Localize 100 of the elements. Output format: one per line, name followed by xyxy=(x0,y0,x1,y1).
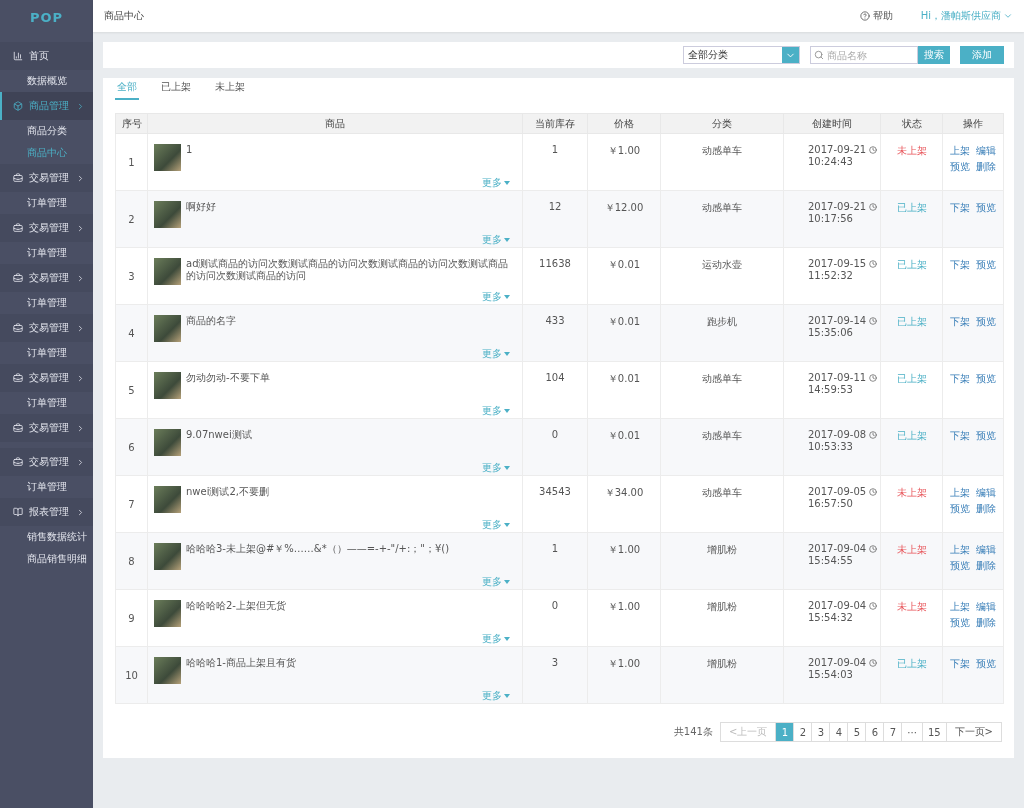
action-link[interactable]: 预览 xyxy=(950,616,970,630)
price-cell: ￥0.01 xyxy=(607,316,641,327)
action-link[interactable]: 编辑 xyxy=(976,144,996,158)
date-text: 2017-09-04 xyxy=(808,600,867,611)
menu-item[interactable]: 交易管理 xyxy=(0,414,93,442)
status-text: 未上架 xyxy=(896,487,927,498)
action-link[interactable]: 下架 xyxy=(950,657,970,671)
briefcase-icon xyxy=(13,373,23,383)
stock-cell: 1 xyxy=(551,144,559,155)
page-title: 商品中心 xyxy=(104,9,145,23)
more-link[interactable]: 更多 xyxy=(482,632,510,646)
action-link[interactable]: 预览 xyxy=(976,315,996,329)
action-link[interactable]: 上架 xyxy=(950,600,970,614)
action-link[interactable]: 预览 xyxy=(976,258,996,272)
action-link[interactable]: 编辑 xyxy=(976,600,996,614)
menu-item[interactable]: 交易管理 xyxy=(0,364,93,392)
tab[interactable]: 已上架 xyxy=(159,80,193,100)
caret-icon xyxy=(504,294,510,300)
next-page-button[interactable]: 下一页> xyxy=(945,722,1002,742)
action-link[interactable]: 删除 xyxy=(976,559,996,573)
product-name: nwei测试2,不要删 xyxy=(186,486,270,498)
status-text: 已上架 xyxy=(896,316,927,327)
date-text: 2017-09-21 xyxy=(808,201,867,212)
row-number: 5 xyxy=(128,384,135,396)
more-link[interactable]: 更多 xyxy=(482,290,510,304)
menu-item[interactable]: 交易管理 xyxy=(0,448,93,476)
action-link[interactable]: 预览 xyxy=(976,372,996,386)
price-cell: ￥34.00 xyxy=(604,487,644,498)
action-link[interactable]: 预览 xyxy=(950,160,970,174)
menu-item[interactable]: 报表管理 xyxy=(0,498,93,526)
more-link[interactable]: 更多 xyxy=(482,233,510,247)
row-number: 2 xyxy=(128,213,135,225)
action-link[interactable]: 预览 xyxy=(976,657,996,671)
page-button[interactable]: 15 xyxy=(921,722,947,742)
caret-icon xyxy=(504,180,510,186)
search-field[interactable]: 商品名称 xyxy=(810,46,918,64)
more-link[interactable]: 更多 xyxy=(482,575,510,589)
action-link[interactable]: 预览 xyxy=(976,201,996,215)
more-link[interactable]: 更多 xyxy=(482,689,510,703)
action-link[interactable]: 编辑 xyxy=(976,486,996,500)
time-text: 16:57:50 xyxy=(808,498,853,509)
time-text: 11:52:32 xyxy=(808,270,853,281)
action-link[interactable]: 预览 xyxy=(950,559,970,573)
action-link[interactable]: 下架 xyxy=(950,372,970,386)
clock-icon xyxy=(869,202,878,211)
action-link[interactable]: 删除 xyxy=(976,502,996,516)
menu-item[interactable]: 交易管理 xyxy=(0,264,93,292)
clock-icon xyxy=(869,373,878,382)
photo-placeholder xyxy=(154,429,181,456)
column-header: 当前库存 xyxy=(522,113,588,134)
user-menu[interactable]: Hi，潘帕斯供应商 xyxy=(920,9,1013,23)
chevron-icon xyxy=(76,507,85,517)
stock-cell: 1 xyxy=(551,543,559,554)
row-number: 4 xyxy=(128,327,135,339)
menu-item[interactable]: 交易管理 xyxy=(0,214,93,242)
status-text: 未上架 xyxy=(896,145,927,156)
more-link[interactable]: 更多 xyxy=(482,518,510,532)
action-link[interactable]: 上架 xyxy=(950,543,970,557)
action-link[interactable]: 删除 xyxy=(976,160,996,174)
price-cell: ￥1.00 xyxy=(607,544,641,555)
tab[interactable]: 未上架 xyxy=(213,80,247,100)
row-number: 10 xyxy=(125,669,138,681)
search-button[interactable]: 搜索 xyxy=(918,46,950,64)
category-cell: 增肌粉 xyxy=(707,601,737,612)
menu-item[interactable]: 交易管理 xyxy=(0,314,93,342)
menu-item[interactable]: 首页 xyxy=(0,42,93,70)
action-link[interactable]: 预览 xyxy=(976,429,996,443)
menu-item[interactable]: 交易管理 xyxy=(0,164,93,192)
price-cell: ￥0.01 xyxy=(607,430,641,441)
chart-icon xyxy=(13,51,23,61)
action-link[interactable]: 预览 xyxy=(950,502,970,516)
action-link[interactable]: 上架 xyxy=(950,486,970,500)
more-link[interactable]: 更多 xyxy=(482,404,510,418)
add-button[interactable]: 添加 xyxy=(960,46,1004,64)
category-select[interactable]: 全部分类 xyxy=(683,46,800,64)
photo-placeholder xyxy=(154,372,181,399)
page-button[interactable]: ··· xyxy=(901,722,923,742)
status-text: 已上架 xyxy=(896,658,927,669)
more-link[interactable]: 更多 xyxy=(482,347,510,361)
product-name: 啊好好 xyxy=(186,201,217,213)
action-link[interactable]: 删除 xyxy=(976,616,996,630)
status-text: 已上架 xyxy=(896,202,927,213)
more-link[interactable]: 更多 xyxy=(482,176,510,190)
action-link[interactable]: 下架 xyxy=(950,315,970,329)
product-name: 哈哈哈哈2-上架但无货 xyxy=(186,600,287,612)
help-link[interactable]: 帮助 xyxy=(859,9,893,23)
row-number: 7 xyxy=(128,498,135,510)
column-header: 创建时间 xyxy=(783,113,881,134)
more-link[interactable]: 更多 xyxy=(482,461,510,475)
action-link[interactable]: 下架 xyxy=(950,429,970,443)
action-link[interactable]: 编辑 xyxy=(976,543,996,557)
photo-placeholder xyxy=(154,144,181,171)
action-link[interactable]: 下架 xyxy=(950,201,970,215)
date-text: 2017-09-05 xyxy=(808,486,867,497)
help-icon xyxy=(859,11,870,21)
action-link[interactable]: 下架 xyxy=(950,258,970,272)
tab[interactable]: 全部 xyxy=(115,80,139,100)
product-name: 勿动勿动-不要下单 xyxy=(186,372,271,384)
action-link[interactable]: 上架 xyxy=(950,144,970,158)
menu-item[interactable]: 商品管理 xyxy=(0,92,93,120)
